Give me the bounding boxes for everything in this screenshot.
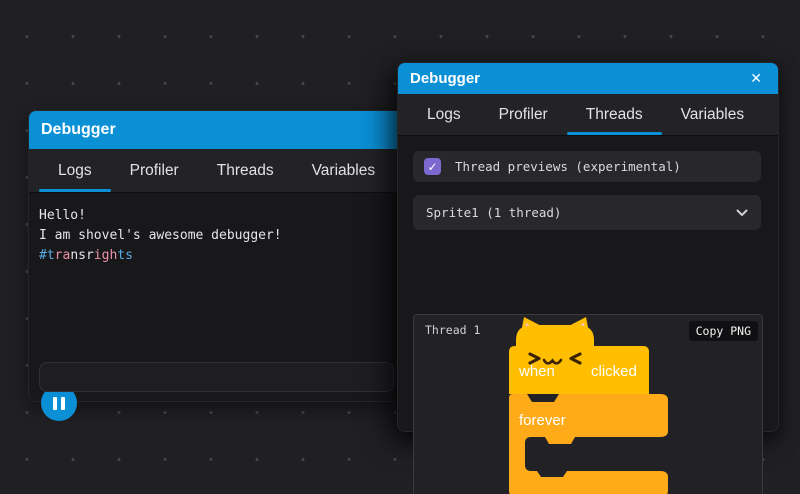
thread-name-label: Thread 1 xyxy=(425,323,480,337)
block-text-when: when xyxy=(518,363,555,380)
log-command-input[interactable] xyxy=(39,362,394,392)
tab-label: Threads xyxy=(217,162,274,180)
tab-label: Logs xyxy=(58,162,92,180)
active-tab-indicator xyxy=(39,189,111,192)
tab-label: Profiler xyxy=(130,162,179,180)
front-tab-logs[interactable]: Logs xyxy=(408,94,480,135)
debugger-window-back: Debugger Logs Profiler Threads Variables… xyxy=(28,110,405,402)
tab-label: Variables xyxy=(312,162,375,180)
sprite-selector-value: Sprite1 (1 thread) xyxy=(426,205,561,220)
front-tab-profiler[interactable]: Profiler xyxy=(480,94,567,135)
front-tab-bar: Logs Profiler Threads Variables xyxy=(398,94,778,136)
tab-label: Variables xyxy=(681,106,744,124)
front-window-title: Debugger xyxy=(410,70,480,87)
block-text-clicked: clicked xyxy=(591,363,637,380)
pause-icon xyxy=(61,397,65,410)
threads-panel: ✓ Thread previews (experimental) Sprite1… xyxy=(398,136,778,431)
desktop-background: { "colors": { "accent_blue": "#0b90d6", … xyxy=(0,0,800,494)
forever-block xyxy=(509,394,668,494)
tab-label: Profiler xyxy=(499,106,548,124)
front-window-titlebar[interactable]: Debugger ✕ xyxy=(398,63,778,94)
copy-png-button[interactable]: Copy PNG xyxy=(689,321,758,341)
block-text-forever: forever xyxy=(519,412,566,429)
log-line: Hello! xyxy=(39,206,394,226)
back-tab-variables[interactable]: Variables xyxy=(293,149,394,192)
debugger-window-front: Debugger ✕ Logs Profiler Threads Variabl… xyxy=(397,62,779,432)
thread-previews-checkbox[interactable]: ✓ xyxy=(424,158,441,175)
log-line: #transrights xyxy=(39,246,394,266)
close-icon[interactable]: ✕ xyxy=(746,70,766,88)
front-tab-variables[interactable]: Variables xyxy=(662,94,763,135)
logs-panel: Hello!I am shovel's awesome debugger!#tr… xyxy=(29,193,404,401)
pause-icon xyxy=(53,397,57,410)
check-icon: ✓ xyxy=(427,160,437,174)
tab-label: Logs xyxy=(427,106,461,124)
back-window-title: Debugger xyxy=(41,121,116,139)
log-lines: Hello!I am shovel's awesome debugger!#tr… xyxy=(29,193,404,266)
tab-label: Threads xyxy=(586,106,643,124)
sprite-selector-dropdown[interactable]: Sprite1 (1 thread) xyxy=(413,195,761,230)
log-line: I am shovel's awesome debugger! xyxy=(39,226,394,246)
back-tab-profiler[interactable]: Profiler xyxy=(111,149,198,192)
thread-blocks-preview: when clicked forever xyxy=(413,314,763,494)
back-window-titlebar[interactable]: Debugger xyxy=(29,111,404,149)
thread-previews-row: ✓ Thread previews (experimental) xyxy=(413,151,761,182)
back-tab-threads[interactable]: Threads xyxy=(198,149,293,192)
thread-previews-label: Thread previews (experimental) xyxy=(455,159,681,174)
back-tab-bar: Logs Profiler Threads Variables xyxy=(29,149,404,193)
active-tab-indicator xyxy=(567,132,662,135)
front-tab-threads[interactable]: Threads xyxy=(567,94,662,135)
back-tab-logs[interactable]: Logs xyxy=(39,149,111,192)
thread-preview-panel: when clicked forever Thread 1 Copy PNG xyxy=(413,314,763,494)
chevron-down-icon xyxy=(736,209,748,217)
